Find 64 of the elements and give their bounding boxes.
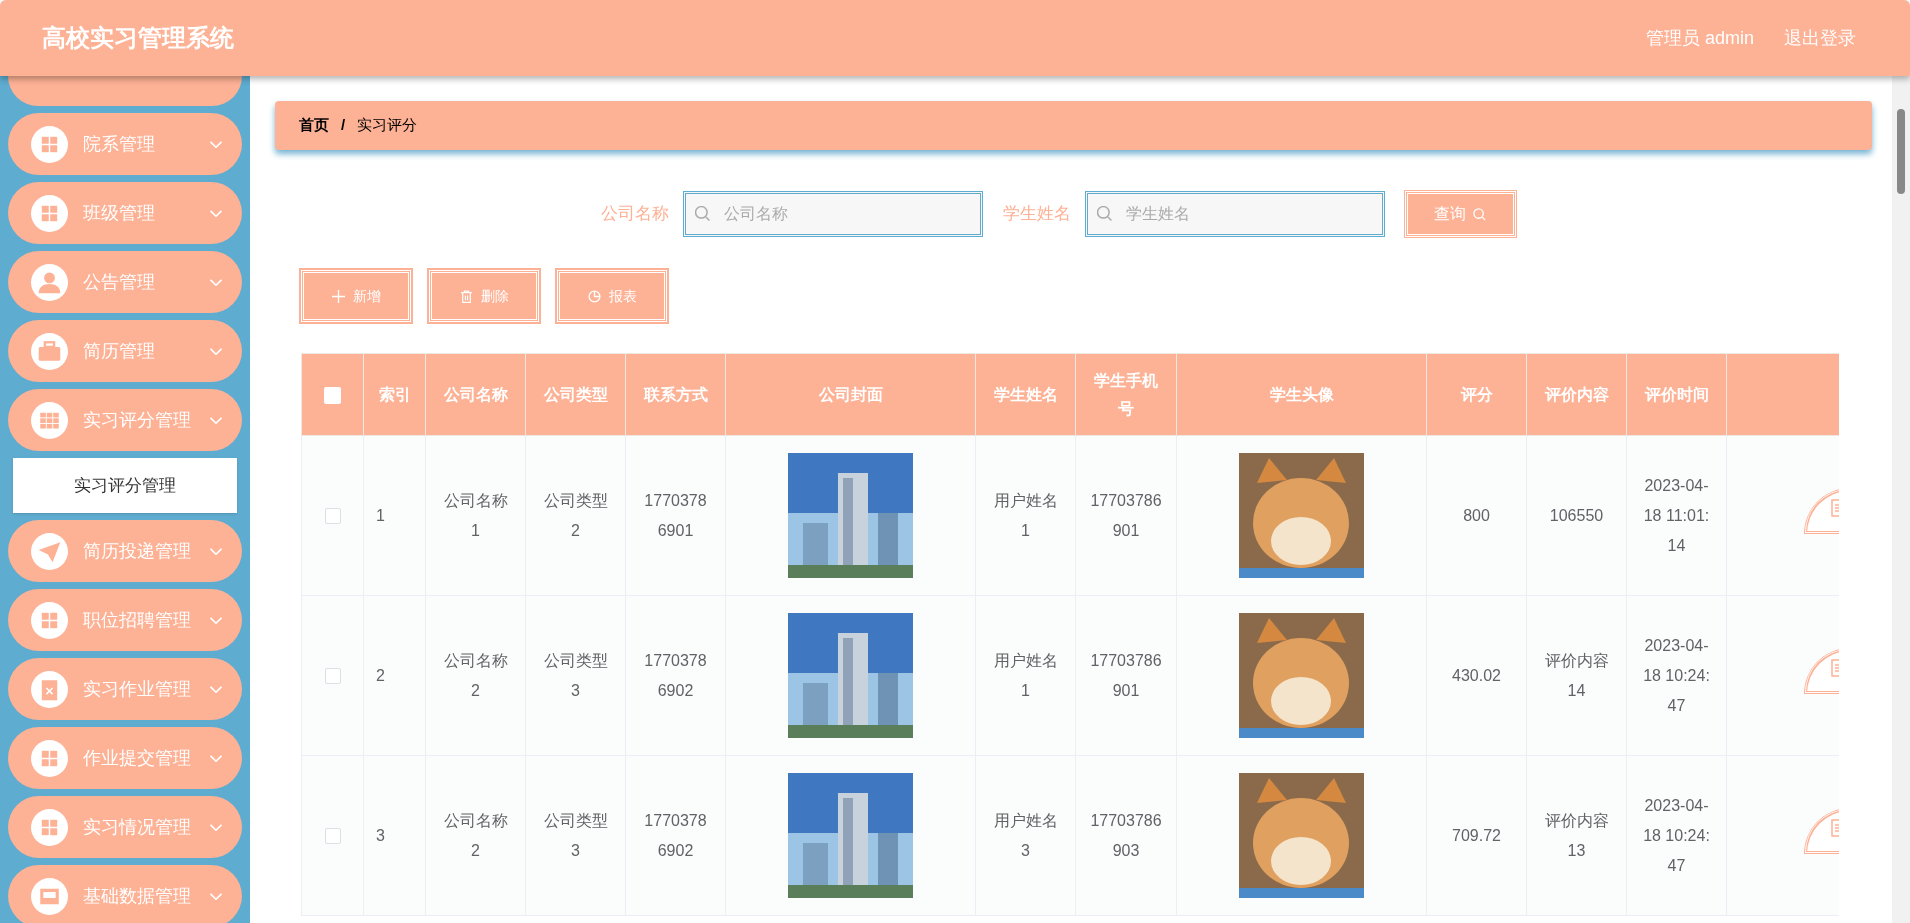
menu-item[interactable]: 公告管理 — [8, 251, 242, 313]
table-cell: 800 — [1463, 506, 1490, 524]
menu-item[interactable]: 院系管理 — [8, 113, 242, 175]
table-cell: 2 — [376, 666, 385, 684]
menu-item[interactable]: 职位招聘管理 — [8, 589, 242, 651]
menu-item[interactable]: 实习情况管理 — [8, 796, 242, 858]
column-header: 公司封面 — [725, 353, 976, 436]
menu-item[interactable]: 班级管理 — [8, 182, 242, 244]
submenu-item[interactable]: 实习评分管理 — [13, 458, 237, 513]
column-header: 公司名称 — [425, 353, 526, 436]
user-label: 管理员 admin — [1645, 26, 1754, 50]
column-header: 评分 — [1426, 353, 1527, 436]
table-cell: 1 — [376, 506, 385, 524]
table-cell: 709.72 — [1452, 826, 1501, 844]
table-cell: 3 — [376, 826, 385, 844]
table-cell: 用户姓名1 — [993, 651, 1058, 699]
breadcrumb-item: 实习评分 — [357, 115, 418, 136]
table-cell: 用户姓名1 — [993, 491, 1058, 539]
table-cell: 106550 — [1549, 506, 1604, 524]
table-cell: 17703786902 — [644, 811, 707, 859]
column-header: 公司类型 — [525, 353, 626, 436]
table-cell: 17703786901 — [1090, 651, 1162, 699]
search-field[interactable]: 学生姓名 — [1085, 191, 1385, 237]
table-cell: 17703786901 — [644, 491, 707, 539]
search-button[interactable]: 查询 — [1405, 191, 1516, 237]
column-header: 评价内容 — [1526, 353, 1627, 436]
menu-item[interactable]: 实习作业管理 — [8, 658, 242, 720]
table-cell: 17703786902 — [644, 651, 707, 699]
column-header: 学生手机号 — [1075, 353, 1177, 436]
table-cell: 2023-04-18 10:24:47 — [1643, 796, 1710, 874]
table-cell: 公司名称2 — [443, 811, 508, 859]
menu-item[interactable]: 基础数据管理 — [8, 865, 242, 923]
report-button[interactable]: 报表 — [557, 270, 667, 322]
table-cell: 用户姓名3 — [993, 811, 1058, 859]
table-cell: 17703786901 — [1090, 491, 1162, 539]
table-cell: 2023-04-18 10:24:47 — [1643, 636, 1710, 714]
table-cell: 评价内容13 — [1544, 811, 1609, 859]
add-button[interactable]: 新增 — [301, 270, 411, 322]
menu-item[interactable]: 实习评分管理 — [8, 389, 242, 451]
search-field[interactable]: 公司名称 — [683, 191, 983, 237]
column-header: 索引 — [363, 353, 426, 436]
column-header: 评价时间 — [1626, 353, 1727, 436]
table-cell: 公司名称1 — [443, 491, 508, 539]
menu-item[interactable]: 简历投递管理 — [8, 520, 242, 582]
delete-button[interactable]: 删除 — [429, 270, 539, 322]
column-header: 学生姓名 — [975, 353, 1076, 436]
breadcrumb-item[interactable]: 首页 — [299, 114, 329, 137]
column-header: 学生头像 — [1176, 353, 1427, 436]
field-label: 公司名称 — [601, 203, 669, 226]
table-cell: 2023-04-18 11:01:14 — [1643, 476, 1710, 554]
column-header: 联系方式 — [625, 353, 726, 436]
table-cell: 评价内容14 — [1544, 651, 1609, 699]
table-cell: 公司名称2 — [443, 651, 508, 699]
menu-item[interactable]: 作业提交管理 — [8, 727, 242, 789]
table-cell: 公司类型2 — [543, 491, 608, 539]
menu-item[interactable]: 简历管理 — [8, 320, 242, 382]
table-cell: 公司类型3 — [543, 651, 608, 699]
app-title: 高校实习管理系统 — [42, 23, 234, 53]
breadcrumb-separator: / — [341, 115, 346, 136]
field-label: 学生姓名 — [1003, 203, 1071, 226]
logout-link[interactable]: 退出登录 — [1784, 24, 1856, 52]
table-cell: 17703786903 — [1090, 811, 1162, 859]
table-cell: 430.02 — [1452, 666, 1501, 684]
table-cell: 公司类型3 — [543, 811, 608, 859]
